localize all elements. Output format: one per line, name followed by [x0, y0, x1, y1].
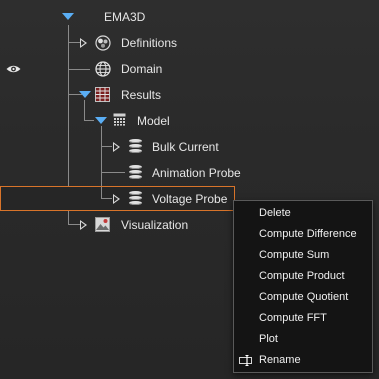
- tree-item-domain[interactable]: Domain: [121, 61, 162, 77]
- tree-panel: EMA3D Definitions Domain Results Model B…: [0, 0, 379, 379]
- visibility-eye-icon[interactable]: [6, 64, 21, 74]
- menu-item-compute-difference[interactable]: Compute Difference: [259, 227, 357, 241]
- menu-item-rename[interactable]: Rename: [259, 353, 301, 367]
- menu-item-compute-fft[interactable]: Compute FFT: [259, 311, 327, 325]
- collapse-arrow-icon[interactable]: [79, 91, 91, 98]
- menu-item-plot[interactable]: Plot: [259, 332, 278, 346]
- menu-item-delete[interactable]: Delete: [259, 206, 291, 220]
- tree-item-ema3d[interactable]: EMA3D: [104, 9, 145, 25]
- tree-connector: [84, 120, 94, 121]
- expand-arrow-icon[interactable]: [80, 38, 87, 48]
- tree-item-bulk-current[interactable]: Bulk Current: [152, 139, 219, 155]
- collapse-arrow-icon[interactable]: [95, 117, 107, 124]
- tree-item-animation-probe[interactable]: Animation Probe: [152, 165, 241, 181]
- expand-arrow-icon[interactable]: [113, 194, 120, 204]
- database-icon: [129, 191, 142, 205]
- tree-connector: [68, 42, 80, 43]
- rename-icon: [239, 355, 252, 366]
- expand-arrow-icon[interactable]: [80, 220, 87, 230]
- tree-connector: [101, 146, 112, 147]
- expand-arrow-icon[interactable]: [113, 142, 120, 152]
- tree-connector: [101, 172, 125, 173]
- database-icon: [129, 165, 142, 179]
- tree-connector: [101, 198, 112, 199]
- tree-item-results[interactable]: Results: [121, 87, 161, 103]
- menu-item-compute-quotient[interactable]: Compute Quotient: [259, 290, 348, 304]
- database-icon: [129, 139, 142, 153]
- definitions-icon: [95, 35, 111, 51]
- tree-item-voltage-probe[interactable]: Voltage Probe: [152, 191, 227, 207]
- tree-connector: [68, 224, 80, 225]
- tree-item-model[interactable]: Model: [137, 113, 170, 129]
- model-grid-icon: [113, 113, 126, 126]
- results-table-icon: [95, 87, 110, 102]
- tree-item-definitions[interactable]: Definitions: [121, 35, 177, 51]
- image-icon: [95, 217, 110, 232]
- tree-item-visualization[interactable]: Visualization: [121, 217, 188, 233]
- tree-connector: [68, 69, 90, 70]
- tree-connector: [101, 187, 102, 198]
- collapse-arrow-icon[interactable]: [62, 13, 74, 20]
- context-menu: Delete Compute Difference Compute Sum Co…: [233, 200, 373, 373]
- tree-connector: [84, 100, 85, 120]
- menu-item-compute-sum[interactable]: Compute Sum: [259, 248, 329, 262]
- globe-icon: [95, 61, 111, 77]
- menu-item-compute-product[interactable]: Compute Product: [259, 269, 345, 283]
